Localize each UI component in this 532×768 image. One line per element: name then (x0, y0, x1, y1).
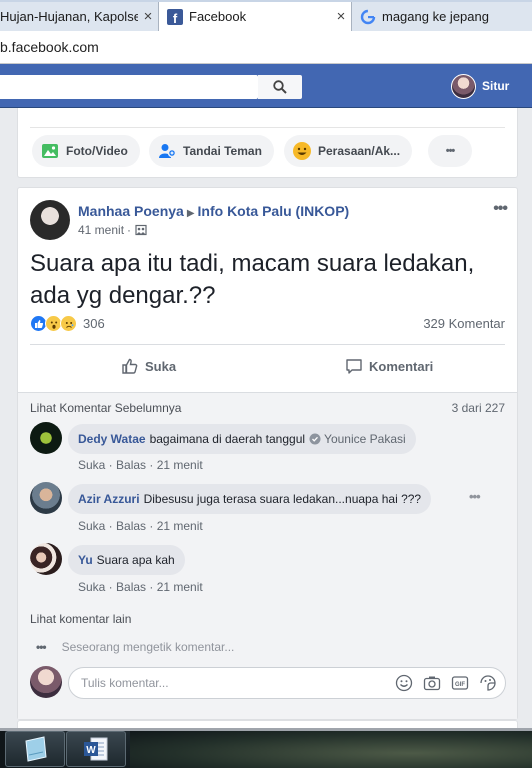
comment-text: Dibesusu juga terasa suara ledakan...nua… (143, 492, 422, 506)
address-bar[interactable]: b.facebook.com (0, 31, 532, 64)
taskbar-app-notes[interactable] (5, 731, 65, 767)
feeling-activity-label: Perasaan/Ak... (318, 144, 401, 158)
comment-button[interactable]: Komentari (345, 350, 433, 382)
comment-label: Komentari (369, 358, 434, 374)
post-text: Suara apa itu tadi, macam suara ledakan,… (30, 250, 475, 309)
gif-icon[interactable]: GIF (451, 674, 469, 692)
more-comments-link[interactable]: Lihat komentar lain (30, 612, 131, 626)
search-icon (273, 80, 287, 94)
post-options-icon[interactable]: ••• (493, 200, 508, 218)
browser-tab-magang[interactable]: magang ke jepang (352, 2, 532, 31)
typing-dots-icon: ••• (36, 640, 47, 654)
comment-pager: 3 dari 227 (451, 401, 505, 415)
comment-bubble: Dedy Watae bagaimana di daerah tanggul Y… (68, 424, 416, 454)
divider (30, 344, 505, 345)
divider (30, 127, 505, 128)
author-name-link[interactable]: Manhaa Poenya (78, 203, 184, 219)
svg-text:GIF: GIF (455, 682, 465, 688)
like-button[interactable]: Suka (121, 350, 176, 382)
post-time-link[interactable]: 41 menit (78, 223, 124, 237)
tag-friends-icon (157, 141, 177, 161)
search-button[interactable] (258, 75, 302, 99)
browser-tab-kapolsek[interactable]: Hujan-Hujanan, Kapolsek × (0, 2, 158, 31)
separator: · (127, 223, 132, 237)
author-avatar[interactable] (30, 200, 70, 240)
arrow-right-icon: ▶ (186, 208, 195, 219)
avatar[interactable] (451, 74, 476, 99)
comment-bubble: Azir Azzuri Dibesusu juga terasa suara l… (68, 484, 432, 514)
facebook-header: Situr (0, 64, 532, 108)
group-privacy-icon (135, 224, 147, 236)
avatar (30, 666, 62, 698)
facebook-favicon-icon: f (167, 8, 183, 25)
thumbs-up-icon (121, 357, 139, 375)
previous-comments-link[interactable]: Lihat Komentar Sebelumnya (30, 401, 181, 415)
tagged-user-name: Younice Pakasi (324, 432, 406, 446)
comment-avatar[interactable] (30, 422, 62, 454)
browser-tab-facebook[interactable]: f Facebook × (158, 2, 352, 31)
commenter-name-link[interactable]: Azir Azzuri (78, 492, 140, 506)
typing-indicator: ••• Seseorang mengetik komentar... (36, 640, 234, 654)
reaction-count: 306 (83, 316, 105, 331)
close-icon[interactable]: × (331, 8, 351, 25)
tag-friends-button[interactable]: Tandai Teman (149, 135, 274, 167)
os-taskbar: W (0, 728, 532, 768)
close-icon[interactable]: × (138, 8, 158, 25)
tag-friends-label: Tandai Teman (183, 144, 262, 158)
tab-label: Hujan-Hujanan, Kapolsek (0, 9, 138, 24)
tab-label: Facebook (189, 9, 247, 24)
photo-video-label: Foto/Video (66, 144, 128, 158)
post-card: Manhaa Poenya ▶ Info Kota Palu (INKOP) 41 … (17, 187, 518, 720)
comment-avatar[interactable] (30, 543, 62, 575)
composer-card: Foto/Video Tandai Teman Perasaan/Ak... •… (17, 108, 518, 178)
emoji-icon[interactable] (395, 674, 413, 692)
tagged-user-link[interactable]: Younice Pakasi (309, 432, 406, 446)
commenter-name-link[interactable]: Yu (78, 553, 93, 567)
comment-options-icon[interactable]: ••• (469, 489, 481, 504)
more-icon: ••• (445, 145, 456, 157)
sticker-icon[interactable] (479, 674, 497, 692)
url-text[interactable]: b.facebook.com (0, 39, 99, 55)
comment-bubble: Yu Suara apa kah (68, 545, 185, 575)
comment-text: Suara apa kah (96, 553, 175, 567)
comment-actions[interactable]: Suka · Balas · 21 menit (78, 458, 203, 472)
comment-text: bagaimana di daerah tanggul (149, 432, 306, 446)
camera-icon[interactable] (423, 674, 441, 692)
comment-actions[interactable]: Suka · Balas · 21 menit (78, 580, 203, 594)
post-meta: 41 menit · (78, 223, 147, 237)
word-app-icon: W (84, 737, 108, 761)
like-label: Suka (145, 358, 177, 374)
more-options-button[interactable]: ••• (428, 135, 472, 167)
photo-icon (40, 141, 60, 161)
google-favicon-icon (360, 9, 376, 24)
taskbar-app-word[interactable]: W (66, 731, 126, 767)
tag-badge-icon (309, 433, 321, 445)
profile-link[interactable]: Situr (482, 79, 509, 93)
comment-avatar[interactable] (30, 482, 62, 514)
photo-video-button[interactable]: Foto/Video (32, 135, 140, 167)
comment-input-tools: GIF (395, 674, 497, 692)
comment-input[interactable]: Tulis komentar... GIF (68, 667, 506, 699)
browser-tab-strip: Hujan-Hujanan, Kapolsek × f Facebook × m… (0, 0, 532, 31)
tab-label: magang ke jepang (382, 9, 489, 24)
svg-text:W: W (86, 745, 96, 756)
typing-text: Seseorang mengetik komentar... (61, 640, 235, 654)
smiley-icon (292, 141, 312, 161)
comment-count-link[interactable]: 329 Komentar (423, 316, 505, 331)
desktop-background (130, 731, 532, 768)
sad-reaction-icon (60, 315, 77, 332)
notes-app-icon (25, 736, 47, 762)
search-input[interactable] (0, 75, 258, 99)
feeling-activity-button[interactable]: Perasaan/Ak... (284, 135, 413, 167)
reaction-summary[interactable]: 306 (30, 315, 105, 332)
comment-actions[interactable]: Suka · Balas · 21 menit (78, 519, 203, 533)
group-name-link[interactable]: Info Kota Palu (INKOP) (198, 203, 350, 219)
comment-icon (345, 357, 363, 375)
comment-input-placeholder: Tulis komentar... (81, 676, 169, 690)
commenter-name-link[interactable]: Dedy Watae (78, 432, 146, 446)
post-header: Manhaa Poenya ▶ Info Kota Palu (INKOP) (78, 203, 349, 219)
comments-section: Lihat Komentar Sebelumnya 3 dari 227 Ded… (18, 392, 517, 719)
